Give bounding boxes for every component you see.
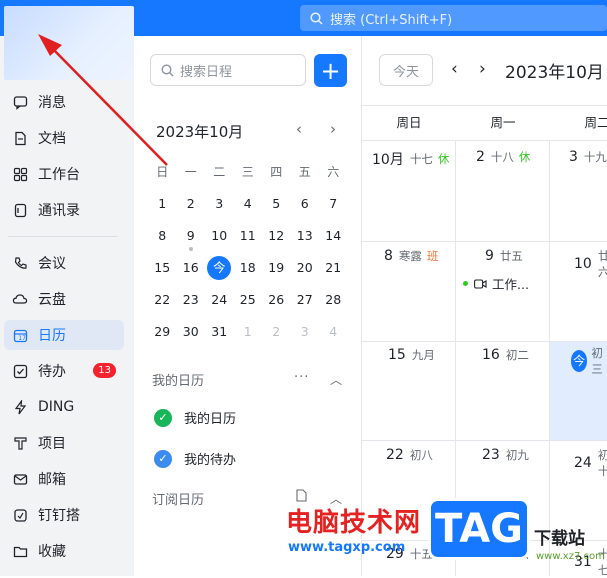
annotation-arrow: [38, 34, 168, 166]
watermark-tag-logo: TAG: [428, 498, 530, 560]
watermark-xz-url: www.xz7.com: [536, 551, 605, 562]
watermark-site-url: www.tagxp.com: [288, 540, 406, 555]
watermark-site-text: 电脑技术网: [286, 508, 422, 538]
watermark-xz-text: 下载站: [534, 529, 585, 549]
